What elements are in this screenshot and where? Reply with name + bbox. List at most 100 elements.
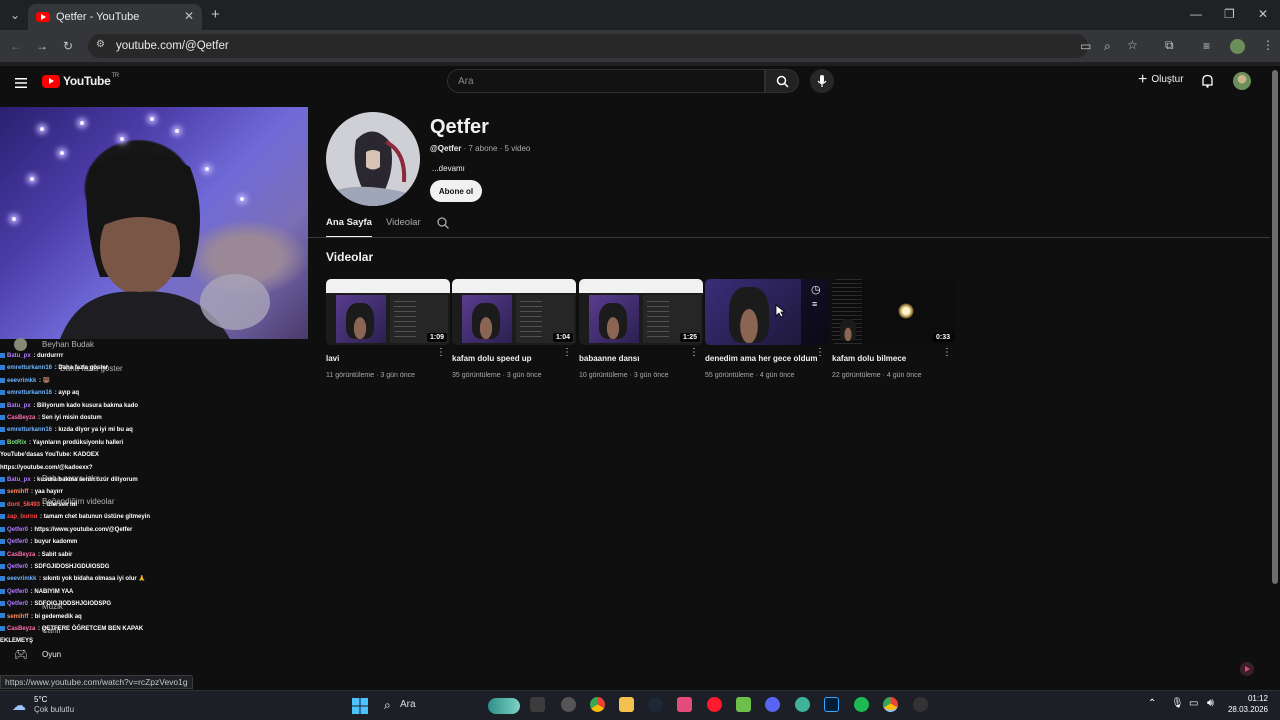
youtube-logo[interactable]: YouTube TR [42, 73, 119, 88]
chat-username: semihff [7, 489, 29, 496]
video-menu-icon[interactable]: ⋮ [562, 348, 572, 358]
network-icon[interactable]: ▭ [1189, 698, 1198, 709]
watch-later-icon[interactable]: ◷ [811, 283, 821, 296]
volume-icon[interactable]: 🔊︎ [1207, 697, 1214, 710]
video-views: 22 görüntüleme [832, 372, 881, 379]
microphone-tray-icon[interactable]: 🎙︎ [1171, 698, 1184, 709]
mouse-cursor [775, 304, 787, 323]
file-manager-icon[interactable] [530, 697, 545, 712]
chat-username: Batu_px [7, 402, 31, 409]
voice-search-button[interactable] [810, 69, 834, 93]
chat-username: Qetfer0 [7, 539, 29, 546]
reload-icon[interactable]: ↻ [63, 39, 73, 53]
video-card[interactable]: 1:04 kafam dolu speed up 35 görüntüleme … [452, 279, 576, 379]
window-close-button[interactable]: ✕ [1258, 7, 1268, 21]
chat-badge-icon [0, 576, 5, 582]
bluestacks-icon[interactable] [736, 697, 751, 712]
video-card[interactable]: 1:25 babaanne dansı 10 görüntüleme · 3 g… [579, 279, 703, 379]
video-views: 35 görüntüleme [452, 372, 501, 379]
photoshop-icon[interactable] [824, 697, 839, 712]
video-menu-icon[interactable]: ⋮ [942, 348, 952, 358]
windows-taskbar: ☁ 5°C Çok bulutlu ⌕ Ara ⌃ 🎙︎ ▭ 🔊︎ 01:12 … [0, 690, 1280, 720]
chat-message: eeevrimkk : 🐻 [0, 375, 170, 387]
video-meta: 22 görüntüleme · 4 gün önce [832, 372, 956, 379]
weather-icon[interactable]: ☁ [12, 697, 26, 714]
spotify-icon[interactable] [854, 697, 869, 712]
chat-badge-icon [0, 625, 5, 631]
tab-home[interactable]: Ana Sayfa [326, 212, 372, 238]
create-button[interactable]: + Oluştur [1138, 71, 1184, 87]
video-thumbnail[interactable]: 1:25 [579, 279, 703, 345]
video-duration: 1:25 [679, 333, 700, 342]
back-icon[interactable]: ← [10, 39, 22, 53]
video-title[interactable]: lavi [326, 354, 450, 363]
channel-description-more[interactable]: ...devamı [432, 164, 465, 173]
browser-tab[interactable]: Qetfer - YouTube ✕ [28, 4, 202, 30]
video-title[interactable]: denedim ama her gece oldum [705, 354, 829, 363]
taskbar-search-label[interactable]: Ara [400, 699, 416, 710]
tab-close-icon[interactable]: ✕ [184, 9, 194, 23]
chrome-active-icon[interactable] [883, 697, 898, 712]
video-thumbnail[interactable]: 1:09 [326, 279, 450, 345]
chat-text: sıkıntı yok bidaha olmasa iyi olur 🙏 [42, 576, 146, 583]
steam-icon[interactable] [648, 697, 663, 712]
maximize-button[interactable]: ❐ [1224, 7, 1235, 21]
video-meta: 55 görüntüleme · 4 gün önce [705, 372, 829, 379]
tab-list-icon[interactable]: ⌄ [10, 8, 20, 22]
cast-icon[interactable]: ▭ [1080, 39, 1091, 53]
video-title[interactable]: babaanne dansı [579, 354, 703, 363]
sidebar-item-gaming[interactable]: Oyun [42, 650, 61, 659]
minimize-button[interactable]: — [1190, 7, 1202, 21]
windows-start-icon[interactable] [352, 698, 368, 714]
clock-date[interactable]: 28.03.2026 [1222, 705, 1268, 714]
video-title[interactable]: kafam dolu speed up [452, 354, 576, 363]
sidebar-item-user[interactable]: Beyhan Budak [42, 340, 94, 349]
hamburger-menu-icon[interactable] [15, 75, 27, 88]
taskbar-search-icon[interactable]: ⌕ [384, 698, 391, 713]
app-icon[interactable] [561, 697, 576, 712]
add-to-queue-icon[interactable]: ≡ [812, 299, 817, 309]
app-icon[interactable] [795, 697, 810, 712]
subscribe-button[interactable]: Abone ol [430, 180, 482, 202]
video-menu-icon[interactable]: ⋮ [815, 348, 825, 358]
video-menu-icon[interactable]: ⋮ [689, 348, 699, 358]
miniplayer-icon[interactable] [1240, 662, 1254, 676]
search-button[interactable] [765, 69, 799, 93]
obs-icon[interactable] [913, 697, 928, 712]
channel-search-icon[interactable] [437, 216, 449, 234]
browser-toolbar: ← → ↻ ⚙ youtube.com/@Qetfer ▭ ⌕ ☆ ⧉ ≡ ⋮ [0, 30, 1280, 62]
notifications-bell-icon[interactable] [1201, 74, 1214, 93]
bookmark-star-icon[interactable]: ☆ [1127, 38, 1138, 52]
extensions-icon[interactable]: ⧉ [1165, 38, 1174, 53]
tab-videos[interactable]: Videolar [386, 212, 421, 238]
video-title[interactable]: kafam dolu bilmece [832, 354, 956, 363]
site-info-icon[interactable]: ⚙ [96, 39, 105, 50]
folder-icon[interactable] [619, 697, 634, 712]
zoom-icon[interactable]: ⌕ [1104, 39, 1111, 54]
chrome-menu-icon[interactable]: ⋮ [1262, 38, 1274, 52]
page-scrollbar-thumb[interactable] [1272, 70, 1278, 584]
new-tab-button[interactable]: + [211, 6, 220, 23]
tray-chevron-icon[interactable]: ⌃ [1148, 698, 1156, 709]
video-thumbnail[interactable]: ◷ ≡ [705, 279, 829, 345]
chrome-icon[interactable] [590, 697, 605, 712]
video-menu-icon[interactable]: ⋮ [436, 348, 446, 358]
video-card[interactable]: 1:09 lavi 11 görüntüleme · 3 gün önce ⋮ [326, 279, 450, 379]
profile-avatar[interactable] [1230, 39, 1245, 54]
chat-username: Qetfer0 [7, 601, 29, 608]
app-icon[interactable] [677, 697, 692, 712]
address-bar[interactable]: ⚙ youtube.com/@Qetfer [88, 34, 1088, 58]
search-highlight-icon[interactable] [488, 698, 520, 714]
clock-time[interactable]: 01:12 [1228, 694, 1268, 703]
video-card[interactable]: ◷ ≡ denedim ama her gece oldum 55 görünt… [705, 279, 829, 379]
search-input[interactable]: Ara [447, 69, 765, 93]
video-thumbnail[interactable]: 0:33 [832, 279, 956, 345]
account-avatar[interactable] [1233, 72, 1251, 90]
video-thumbnail[interactable]: 1:04 [452, 279, 576, 345]
chat-badge-icon [0, 551, 5, 557]
forward-icon[interactable]: → [36, 39, 48, 53]
opera-icon[interactable] [707, 697, 722, 712]
media-icon[interactable]: ≡ [1203, 39, 1210, 53]
discord-icon[interactable] [765, 697, 780, 712]
video-card[interactable]: 0:33 kafam dolu bilmece 22 görüntüleme ·… [832, 279, 956, 379]
